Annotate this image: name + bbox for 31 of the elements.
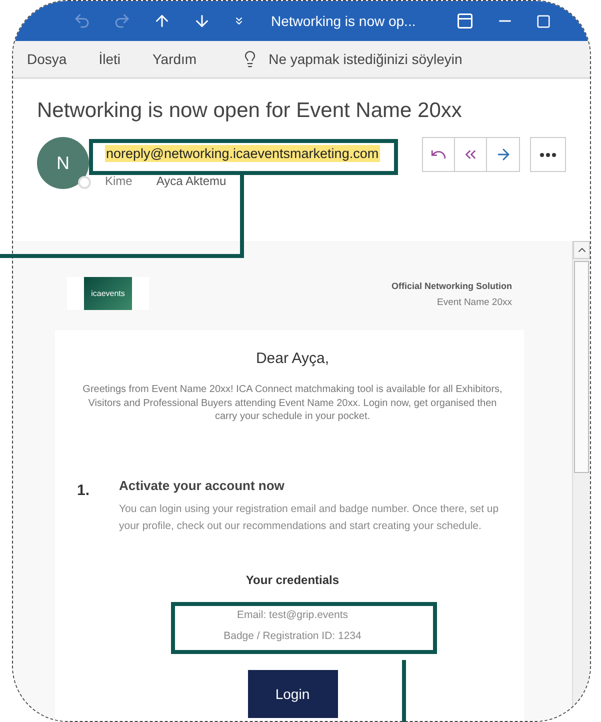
message-subject: Networking is now open for Event Name 20xx	[37, 99, 463, 123]
credential-line: Email: test@grip.events	[236, 608, 348, 620]
logo-text: icaevents	[91, 289, 125, 298]
more-icon	[540, 152, 556, 156]
recipient-name: Ayca Aktemu	[156, 174, 226, 188]
menu-item[interactable]: Yardım	[152, 51, 197, 67]
greeting: Dear Ayça,	[256, 350, 330, 367]
sender-address: noreply@networking.icaeventsmarketing.com	[105, 145, 380, 162]
popout-icon[interactable]	[456, 12, 474, 30]
arrow-down-icon[interactable]	[193, 12, 211, 30]
step-number: 1.	[77, 480, 91, 500]
step-title: Activate your account now	[119, 478, 286, 492]
sender-avatar: N	[37, 137, 89, 189]
to-label: Kime	[105, 174, 132, 188]
login-button[interactable]: Login	[248, 670, 338, 718]
header-title: Official Networking Solution	[391, 281, 512, 291]
credentials-title: Your credentials	[246, 572, 340, 586]
tell-me-field[interactable]: Ne yapmak istediğinizi söyleyin	[268, 51, 509, 67]
intro-text: Greetings from Event Name 20xx! ICA Connect matchmaking tool is available for all Exhibitors, Visitors and Professional Buyers attending Event Name 20xx. Login now, get organised then carry your schedule in your pocket.	[82, 383, 504, 424]
scrollbar-thumb[interactable]	[574, 261, 589, 473]
maximize-icon[interactable]	[536, 14, 551, 28]
credential-line: Badge / Registration ID: 1234	[224, 630, 362, 642]
presence-icon	[78, 176, 91, 189]
more-button[interactable]	[530, 137, 566, 172]
menu-item[interactable]: Dosya	[27, 51, 67, 67]
header-event: Event Name 20xx	[437, 297, 512, 308]
step-text: You can login using your registration email and badge number. Once there, set up your profile, check out our recommendations and start creating your schedule.	[119, 502, 500, 534]
window-title: Networking is now op...	[271, 13, 416, 29]
scroll-up-button[interactable]	[573, 241, 590, 259]
leader-line	[402, 660, 406, 722]
menu-item[interactable]: İleti	[98, 51, 120, 67]
